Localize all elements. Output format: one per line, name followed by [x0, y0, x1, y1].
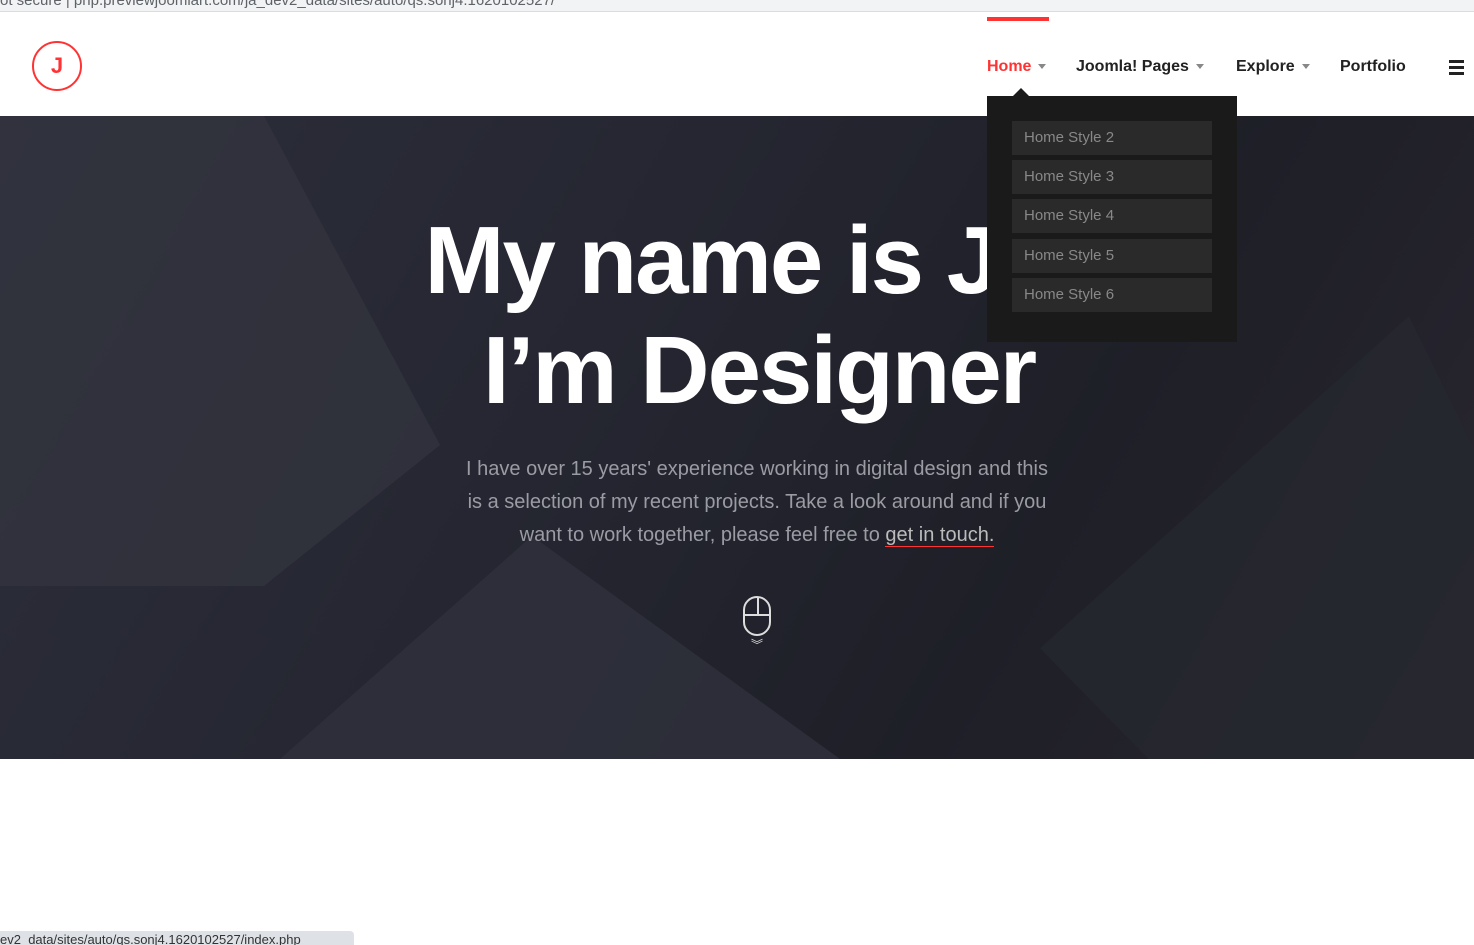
- menu-item-home-style-6[interactable]: Home Style 6: [1012, 278, 1212, 312]
- caret-down-icon: [1195, 64, 1204, 73]
- nav-explore-label: Explore: [1236, 58, 1295, 75]
- caret-down-icon: [1038, 64, 1047, 73]
- get-in-touch-link[interactable]: get in touch.: [885, 524, 995, 547]
- active-indicator: [987, 17, 1049, 21]
- menu-item-home-style-5[interactable]: Home Style 5: [1012, 239, 1212, 273]
- scroll-mouse-icon[interactable]: [743, 596, 771, 636]
- menu-item-home-style-3[interactable]: Home Style 3: [1012, 160, 1212, 194]
- home-dropdown-menu: Home Style 2 Home Style 3 Home Style 4 H…: [987, 88, 1237, 342]
- hero-title-line1: My name is Ja: [424, 207, 1052, 314]
- browser-address-bar[interactable]: ot secure | php.previewjoomlart.com/ja_d…: [0, 0, 1474, 12]
- chevron-down-icon: ︾: [751, 638, 764, 652]
- status-url: ev2_data/sites/auto/qs.sonj4.1620102527/…: [0, 932, 301, 945]
- menu-item-home-style-4[interactable]: Home Style 4: [1012, 199, 1212, 233]
- site-header: J Home Joomla! Pages Explore Portfolio: [0, 17, 1474, 116]
- hero-description: I have over 15 years' experience working…: [457, 453, 1057, 552]
- nav-home[interactable]: Home: [987, 58, 1047, 76]
- site-logo[interactable]: J: [32, 41, 82, 91]
- nav-portfolio[interactable]: Portfolio: [1340, 58, 1406, 76]
- menu-item-home-style-2[interactable]: Home Style 2: [1012, 121, 1212, 155]
- nav-joomla-pages-label: Joomla! Pages: [1076, 58, 1189, 75]
- nav-joomla-pages[interactable]: Joomla! Pages: [1076, 58, 1204, 76]
- hero-section: My name is Ja I’m Designer I have over 1…: [0, 116, 1474, 759]
- caret-down-icon: [1301, 64, 1310, 73]
- hamburger-menu-icon[interactable]: [1449, 60, 1464, 78]
- browser-status-bar: ev2_data/sites/auto/qs.sonj4.1620102527/…: [0, 931, 354, 945]
- nav-explore[interactable]: Explore: [1236, 58, 1310, 76]
- url-text: ot secure | php.previewjoomlart.com/ja_d…: [0, 0, 556, 9]
- nav-portfolio-label: Portfolio: [1340, 58, 1406, 75]
- hero-title-line2: I’m Designer: [482, 317, 1037, 424]
- nav-home-label: Home: [987, 58, 1032, 75]
